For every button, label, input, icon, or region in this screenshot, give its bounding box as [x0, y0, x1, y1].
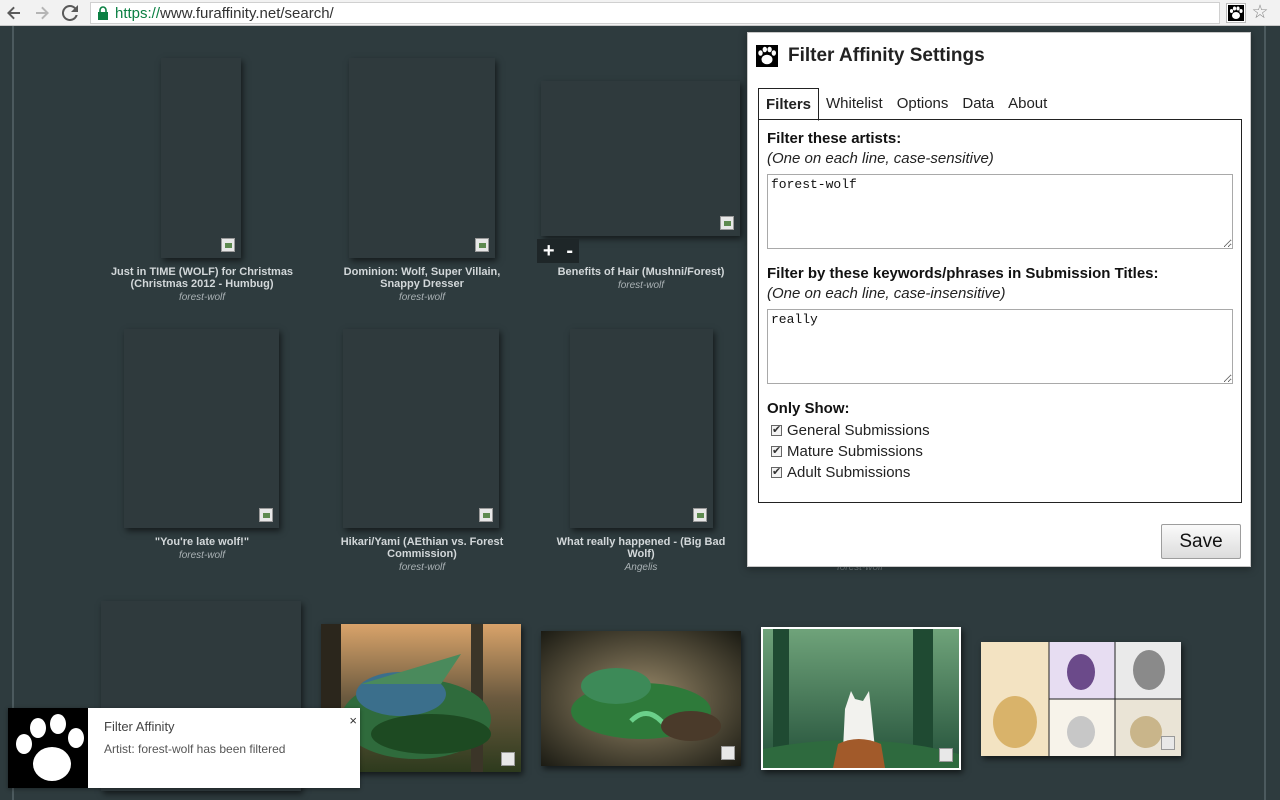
- tab-bar: Filters Whitelist Options Data About: [758, 87, 1054, 121]
- submission-artist[interactable]: forest-wolf: [531, 280, 751, 291]
- only-show-label: Only Show:: [767, 400, 850, 417]
- forward-arrow-icon[interactable]: [32, 3, 52, 23]
- keywords-textarea[interactable]: really: [767, 309, 1233, 384]
- save-button[interactable]: Save: [1161, 524, 1241, 559]
- artists-hint: (One on each line, case-sensitive): [767, 150, 994, 167]
- mature-label: Mature Submissions: [787, 442, 923, 460]
- general-checkbox[interactable]: [771, 423, 782, 436]
- adult-checkbox[interactable]: [771, 465, 782, 478]
- minus-button[interactable]: -: [566, 240, 573, 263]
- artists-label: Filter these artists:: [767, 130, 902, 147]
- submission-artist[interactable]: forest-wolf: [312, 562, 532, 573]
- general-label: General Submissions: [787, 421, 930, 439]
- gallery-thumbnail[interactable]: [349, 58, 495, 258]
- file-type-icon: [721, 746, 735, 760]
- submission-title[interactable]: "You're late wolf!": [92, 536, 312, 548]
- file-type-icon: [693, 508, 707, 522]
- paw-logo-icon: [756, 45, 778, 67]
- submission-title[interactable]: Dominion: Wolf, Super Villain, Snappy Dre…: [312, 266, 532, 290]
- tab-filters[interactable]: Filters: [758, 88, 820, 121]
- tab-data[interactable]: Data: [955, 88, 1001, 120]
- filter-controls: + -: [537, 239, 579, 263]
- browser-toolbar: https://www.furaffinity.net/search/ ☆: [0, 0, 1280, 26]
- submission-title[interactable]: What really happened - (Big Bad Wolf): [531, 536, 751, 560]
- lock-icon: [98, 6, 108, 20]
- file-type-icon: [259, 508, 273, 522]
- submission-title[interactable]: Benefits of Hair (Mushni/Forest): [531, 266, 751, 278]
- file-type-icon: [939, 748, 953, 762]
- submission-artist[interactable]: forest-wolf: [92, 550, 312, 561]
- artists-textarea[interactable]: forest-wolf: [767, 174, 1233, 249]
- notification-message: Artist: forest-wolf has been filtered: [104, 742, 286, 756]
- mature-submissions-option[interactable]: Mature Submissions: [767, 442, 1233, 460]
- reload-icon[interactable]: [60, 3, 80, 23]
- filter-affinity-popup: Filter Affinity Settings Filters Whiteli…: [747, 32, 1251, 567]
- gallery-thumbnail[interactable]: [124, 329, 279, 528]
- popup-title: Filter Affinity Settings: [788, 45, 985, 66]
- file-type-icon: [720, 216, 734, 230]
- dragon-artwork-thumbnail[interactable]: [541, 631, 741, 766]
- file-type-icon: [221, 238, 235, 252]
- gallery-thumbnail[interactable]: [343, 329, 499, 528]
- submission-title[interactable]: Hikari/Yami (AEthian vs. Forest Commissio…: [312, 536, 532, 560]
- submission-artist[interactable]: Angelis: [531, 562, 751, 573]
- file-type-icon: [501, 752, 515, 766]
- file-type-icon: [479, 508, 493, 522]
- submission-artist[interactable]: forest-wolf: [92, 292, 312, 303]
- mature-checkbox[interactable]: [771, 444, 782, 457]
- gallery-thumbnail[interactable]: [161, 58, 241, 258]
- filters-panel: Filter these artists: (One on each line,…: [758, 119, 1242, 503]
- tab-whitelist[interactable]: Whitelist: [819, 88, 890, 120]
- filter-notification[interactable]: Filter Affinity Artist: forest-wolf has …: [8, 708, 360, 788]
- gallery-thumbnail[interactable]: [541, 81, 740, 236]
- gallery-thumbnail[interactable]: [570, 329, 713, 528]
- submission-artist[interactable]: forest-wolf: [312, 292, 532, 303]
- bookmark-star-icon[interactable]: ☆: [1250, 2, 1270, 24]
- url-text: https://www.furaffinity.net/search/: [115, 4, 334, 22]
- general-submissions-option[interactable]: General Submissions: [767, 421, 1233, 439]
- adult-label: Adult Submissions: [787, 463, 911, 481]
- close-icon[interactable]: ×: [349, 713, 357, 728]
- wolf-forest-artwork-thumbnail[interactable]: [761, 627, 961, 770]
- tab-options[interactable]: Options: [890, 88, 956, 120]
- tab-about[interactable]: About: [1001, 88, 1054, 120]
- filter-affinity-extension-icon[interactable]: [1226, 3, 1246, 23]
- keywords-hint: (One on each line, case-insensitive): [767, 285, 1006, 302]
- popup-header: Filter Affinity Settings: [756, 45, 985, 67]
- adult-submissions-option[interactable]: Adult Submissions: [767, 463, 1233, 481]
- comic-artwork-thumbnail[interactable]: [981, 642, 1181, 756]
- submission-title[interactable]: Just in TIME (WOLF) for Christmas (Christ…: [92, 266, 312, 290]
- plus-button[interactable]: +: [543, 240, 555, 263]
- file-type-icon: [475, 238, 489, 252]
- paw-notification-icon: [8, 708, 88, 788]
- notification-title: Filter Affinity: [104, 719, 175, 734]
- keywords-label: Filter by these keywords/phrases in Subm…: [767, 265, 1159, 282]
- address-bar[interactable]: https://www.furaffinity.net/search/: [90, 2, 1220, 24]
- back-arrow-icon[interactable]: [4, 3, 24, 23]
- file-type-icon: [1161, 736, 1175, 750]
